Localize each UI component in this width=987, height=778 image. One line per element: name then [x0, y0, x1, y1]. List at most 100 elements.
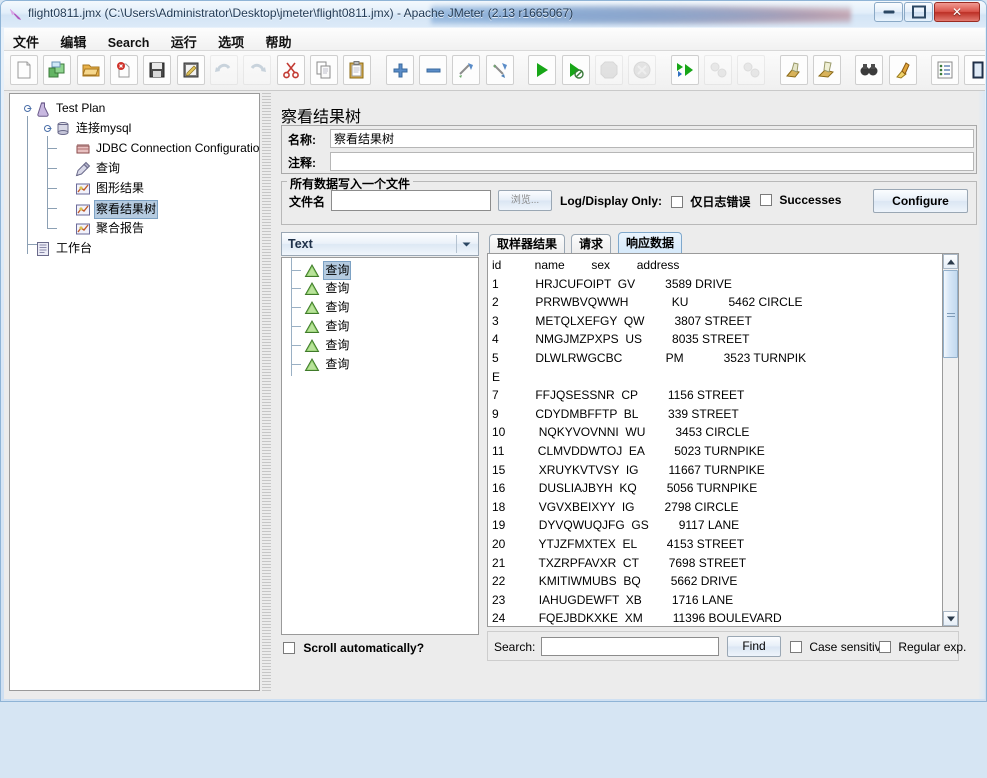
result-label: 查询 — [325, 319, 350, 334]
reset-search-icon[interactable] — [888, 55, 917, 85]
help-icon[interactable] — [964, 55, 985, 85]
response-data-scrollbar[interactable] — [943, 253, 959, 627]
test-plan-tree-panel[interactable]: Test Plan 连接mysql JDBC Connection Config… — [9, 93, 260, 691]
search-input[interactable] — [541, 637, 719, 656]
browse-button[interactable]: 浏览... — [498, 190, 552, 211]
toggle-2-icon[interactable] — [485, 55, 514, 85]
response-data-panel: 取样器结果 请求 响应数据 id name sex address 1 HRJC… — [487, 232, 985, 664]
tree-line — [291, 364, 301, 366]
result-entry-3[interactable]: 查询 — [291, 318, 351, 335]
tree-label: 查询 — [96, 161, 121, 176]
shutdown-icon — [628, 55, 657, 85]
minimize-button[interactable] — [874, 2, 903, 22]
search-icon[interactable] — [855, 55, 884, 85]
tree-line — [47, 228, 57, 229]
tab-sampler-result[interactable]: 取样器结果 — [489, 234, 566, 253]
tree-node-jdbc-request[interactable]: 查询 — [75, 160, 122, 177]
start-icon[interactable] — [528, 55, 557, 85]
tree-node-view-results-tree[interactable]: 察看结果树 — [75, 200, 159, 219]
tree-node-graph-results[interactable]: 图形结果 — [75, 180, 146, 197]
results-tree-panel: Text 查询 查询 查询 查询 查询 查询 Scroll automatica… — [281, 232, 481, 664]
tree-label: 聚合报告 — [96, 221, 145, 236]
expand-all-icon[interactable] — [385, 55, 414, 85]
remote-stop-all-icon — [703, 55, 732, 85]
toggle-icon[interactable] — [452, 55, 481, 85]
errors-only-label: 仅日志错误 — [690, 195, 751, 209]
tree-node-aggregate-report[interactable]: 聚合报告 — [75, 220, 146, 237]
successes-checkbox[interactable]: Successes — [760, 193, 841, 207]
tree-expand-handle-thread-group[interactable] — [43, 124, 52, 133]
maximize-button[interactable] — [904, 2, 933, 22]
split-pane-divider[interactable] — [262, 93, 271, 691]
result-entry-0[interactable]: 查询 — [291, 261, 352, 280]
comment-label: 注释: — [288, 156, 316, 170]
listener-config-panel: 察看结果树 名称: 察看结果树 注释: 所有数据写入一个文件 文件名 浏览... — [273, 91, 985, 693]
tree-line — [291, 270, 301, 271]
case-sensitive-label: Case sensitive — [809, 640, 888, 654]
render-type-combo[interactable]: Text — [281, 232, 479, 256]
copy-icon[interactable] — [310, 55, 339, 85]
successes-label: Successes — [779, 193, 842, 207]
scroll-automatically-label: Scroll automatically? — [303, 641, 425, 655]
jmeter-window: flight0811.jmx (C:\Users\Administrator\D… — [0, 0, 987, 702]
close-icon[interactable] — [110, 55, 139, 85]
tab-response-data[interactable]: 响应数据 — [618, 232, 683, 253]
response-data-text[interactable]: id name sex address 1 HRJCUFOIPT GV 3589… — [487, 253, 943, 627]
templates-icon[interactable] — [43, 55, 72, 85]
tree-line — [27, 116, 28, 254]
configure-button[interactable]: Configure — [873, 189, 968, 213]
tree-label: Test Plan — [56, 101, 106, 116]
name-input[interactable]: 察看结果树 — [330, 129, 974, 148]
collapse-all-icon[interactable] — [419, 55, 448, 85]
tree-label: 图形结果 — [96, 181, 145, 196]
success-result-icon — [304, 319, 320, 335]
remote-shutdown-all-icon — [737, 55, 766, 85]
tree-line — [291, 288, 301, 290]
cut-icon[interactable] — [276, 55, 305, 85]
search-label: Search: — [494, 640, 536, 654]
find-button[interactable]: Find — [727, 636, 781, 657]
comment-input[interactable] — [330, 152, 974, 171]
sample-results-tree[interactable]: 查询 查询 查询 查询 查询 查询 — [281, 257, 479, 635]
tab-request[interactable]: 请求 — [571, 234, 612, 253]
tree-node-jdbc-config[interactable]: JDBC Connection Configuration — [75, 140, 259, 157]
save-icon[interactable] — [143, 55, 172, 85]
tree-node-workbench[interactable]: 工作台 — [35, 240, 94, 257]
start-no-pause-icon[interactable] — [561, 55, 590, 85]
result-label: 查询 — [323, 261, 352, 280]
tree-node-thread-group[interactable]: 连接mysql — [55, 120, 133, 137]
success-result-icon — [304, 338, 320, 354]
scrollbar-thumb[interactable] — [943, 270, 958, 358]
result-entry-4[interactable]: 查询 — [291, 337, 351, 354]
tree-line — [291, 345, 301, 347]
scroll-up-button[interactable] — [943, 254, 958, 269]
page-title: 察看结果树 — [281, 109, 362, 126]
scroll-down-button[interactable] — [943, 611, 958, 626]
window-right-edge — [978, 91, 985, 699]
clear-all-icon[interactable] — [812, 55, 841, 85]
tree-expand-handle-test-plan[interactable] — [23, 104, 32, 113]
regular-exp-checkbox[interactable]: Regular exp. — [879, 640, 966, 654]
redo-icon — [243, 55, 272, 85]
paste-icon[interactable] — [343, 55, 372, 85]
search-bar: Search: Find Case sensitive Regular exp. — [487, 631, 966, 661]
filename-input[interactable] — [331, 190, 491, 211]
menu-search[interactable]: Search — [99, 33, 159, 53]
save-as-icon[interactable] — [176, 55, 205, 85]
tree-node-test-plan[interactable]: Test Plan — [35, 100, 107, 117]
scroll-automatically-checkbox[interactable]: Scroll automatically? — [283, 641, 424, 655]
result-entry-2[interactable]: 查询 — [291, 299, 351, 316]
case-sensitive-checkbox[interactable]: Case sensitive — [790, 640, 887, 654]
open-icon[interactable] — [76, 55, 105, 85]
errors-only-checkbox[interactable]: 仅日志错误 — [671, 193, 750, 210]
result-entry-5[interactable]: 查询 — [291, 356, 351, 373]
clear-icon[interactable] — [779, 55, 808, 85]
success-result-icon — [304, 357, 320, 373]
remote-start-all-icon[interactable] — [670, 55, 699, 85]
new-icon[interactable] — [10, 55, 38, 85]
close-button[interactable]: ✕ — [934, 2, 980, 22]
result-entry-1[interactable]: 查询 — [291, 280, 351, 297]
tree-label: 连接mysql — [76, 121, 132, 136]
function-helper-icon[interactable] — [930, 55, 959, 85]
tree-label: 工作台 — [56, 241, 93, 256]
